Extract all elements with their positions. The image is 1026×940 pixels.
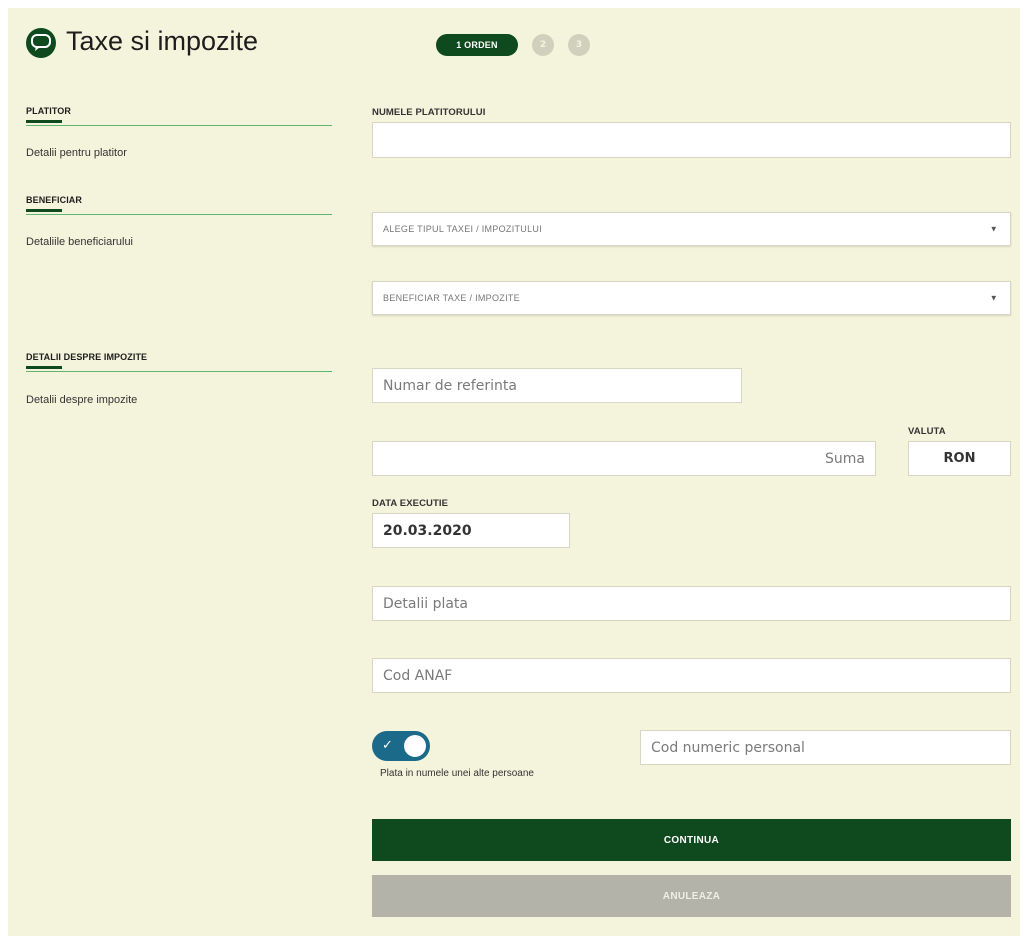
section-divider — [26, 125, 332, 126]
anaf-code-input[interactable] — [372, 658, 1011, 693]
section-accent-bar — [26, 366, 62, 369]
page-title: Taxe si impozite — [66, 26, 259, 56]
section-divider — [26, 371, 332, 372]
tax-type-select[interactable]: ALEGE TIPUL TAXEI / IMPOZITULUI ▼ — [372, 212, 1011, 246]
section-subtitle-impozite: Detalii despre impozite — [26, 394, 138, 406]
beneficiary-select[interactable]: BENEFICIAR TAXE / IMPOZITE ▼ — [372, 281, 1011, 315]
payment-details-input[interactable] — [372, 586, 1011, 621]
other-person-toggle-label: Plata in numele unei alte persoane — [380, 768, 534, 779]
toggle-knob — [404, 735, 426, 757]
personal-id-input[interactable] — [640, 730, 1011, 765]
check-icon: ✓ — [382, 738, 393, 753]
tax-type-select-value: ALEGE TIPUL TAXEI / IMPOZITULUI — [383, 224, 543, 234]
execution-date-input[interactable] — [372, 513, 570, 548]
currency-label: VALUTA — [908, 426, 946, 437]
payer-name-label: NUMELE PLATITORULUI — [372, 107, 486, 118]
beneficiary-select-value: BENEFICIAR TAXE / IMPOZITE — [383, 293, 520, 303]
section-subtitle-platitor: Detalii pentru platitor — [26, 147, 127, 159]
step-3[interactable]: 3 — [568, 34, 590, 56]
execution-date-label: DATA EXECUTIE — [372, 498, 449, 509]
section-divider — [26, 214, 332, 215]
reference-number-input[interactable] — [372, 368, 742, 403]
continue-button[interactable]: CONTINUA — [372, 819, 1011, 861]
section-title-platitor: PLATITOR — [26, 106, 71, 116]
section-accent-bar — [26, 209, 62, 212]
section-accent-bar — [26, 120, 62, 123]
section-subtitle-beneficiar: Detaliile beneficiarului — [26, 236, 134, 248]
step-1-active[interactable]: 1 ORDEN — [436, 34, 518, 56]
cancel-button[interactable]: ANULEAZA — [372, 875, 1011, 917]
currency-input[interactable] — [908, 441, 1011, 476]
section-title-beneficiar: BENEFICIAR — [26, 195, 83, 205]
chevron-down-icon: ▼ — [989, 224, 998, 234]
other-person-toggle[interactable]: ✓ — [372, 731, 430, 761]
chat-bubble-icon — [26, 28, 56, 58]
step-2[interactable]: 2 — [532, 34, 554, 56]
section-title-impozite: DETALII DESPRE IMPOZITE — [26, 352, 148, 362]
payer-name-input[interactable] — [372, 122, 1011, 158]
chevron-down-icon: ▼ — [989, 293, 998, 303]
amount-input[interactable] — [372, 441, 876, 476]
